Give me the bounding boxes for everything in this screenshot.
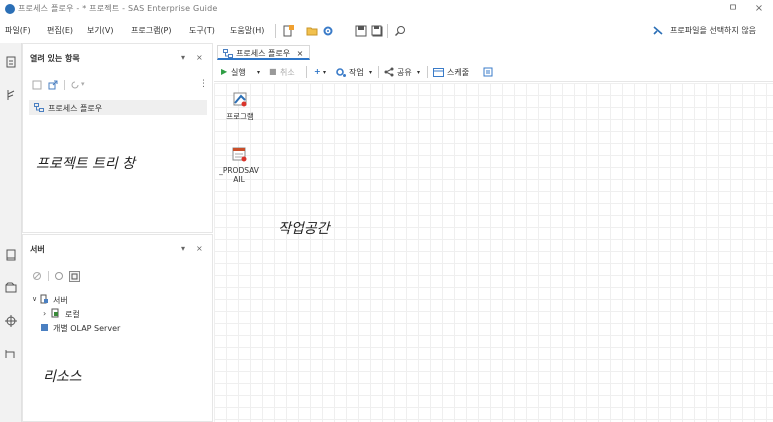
menu-tools[interactable]: 도구(T)	[189, 25, 215, 36]
share-dropdown-icon[interactable]: ▾	[417, 69, 420, 76]
workspace-toolbar: ▶ 실행 ▾ ■ 취소 + ▾ 작업 ▾ 공유 ▾ 스케줄	[214, 62, 773, 82]
schedule-button[interactable]: 스케줄	[447, 67, 469, 78]
tree-item-olap[interactable]: 개별 OLAP Server	[53, 323, 120, 334]
minimize-button[interactable]: ㅁ	[726, 2, 740, 16]
save-all-icon[interactable]	[371, 25, 383, 37]
share-icon	[384, 67, 394, 77]
flow-icon[interactable]	[5, 89, 17, 101]
toolbar-separator	[275, 24, 276, 38]
process-flow-icon	[223, 49, 233, 58]
task-dropdown-icon[interactable]: ▾	[369, 69, 372, 76]
left-rail	[0, 43, 22, 422]
toolbar-separator	[427, 66, 428, 78]
run-button[interactable]: 실행	[231, 67, 246, 78]
disconnect-icon[interactable]	[32, 271, 42, 281]
panel-dropdown-icon[interactable]: ▾	[181, 53, 185, 62]
project-tree-annotation: 프로젝트 트리 창	[36, 156, 136, 172]
stop-button[interactable]: 취소	[280, 67, 295, 78]
workspace-tab-bar: 프로세스 플로우 ×	[214, 43, 773, 60]
project-icon[interactable]	[5, 56, 17, 68]
close-button[interactable]: ×	[752, 2, 766, 16]
tree-item-process-flow[interactable]: 프로세스 플로우	[29, 100, 207, 115]
server-list-icon[interactable]	[5, 249, 17, 261]
panel-close-icon[interactable]: ×	[196, 53, 203, 62]
process-flow-icon	[34, 103, 44, 112]
workspace-annotation: 작업공간	[278, 221, 330, 237]
open-folder-icon[interactable]	[306, 25, 318, 37]
tab-label: 프로세스 플로우	[236, 49, 291, 58]
search-icon[interactable]	[394, 25, 406, 37]
panel-dropdown-icon[interactable]: ▾	[181, 244, 185, 253]
properties-icon[interactable]	[483, 67, 493, 77]
servers-icon	[40, 294, 48, 304]
expand-chevron-icon[interactable]: ›	[43, 309, 46, 318]
tree-item-local[interactable]: 로컬	[65, 309, 80, 320]
project-panel-title: 열려 있는 항목	[30, 54, 80, 63]
window-title: 프로세스 플로우 - * 프로젝트 - SAS Enterprise Guide	[18, 4, 218, 13]
run-dropdown-icon[interactable]: ▾	[257, 69, 260, 76]
list-view-icon[interactable]	[32, 80, 42, 90]
process-flow-canvas[interactable]: 프로그램 _PRODSAV AIL 작업공간	[214, 83, 773, 422]
stop-icon: ■	[269, 67, 277, 76]
task-gear-icon	[336, 68, 346, 77]
menu-file[interactable]: 파일(F)	[5, 25, 31, 36]
menu-view[interactable]: 보기(V)	[87, 25, 113, 36]
more-options-icon[interactable]: ⋮	[199, 79, 208, 89]
save-icon[interactable]	[355, 25, 367, 37]
schedule-icon	[433, 68, 444, 77]
node-prodsavail[interactable]: _PRODSAV AIL	[219, 146, 259, 188]
run-icon: ▶	[221, 67, 228, 76]
title-bar: 프로세스 플로우 - * 프로젝트 - SAS Enterprise Guide…	[0, 0, 773, 19]
workspace: 프로세스 플로우 × ▶ 실행 ▾ ■ 취소 + ▾ 작업 ▾ 공유 ▾ 스케줄…	[214, 43, 773, 422]
toolbar-separator	[378, 66, 379, 78]
gear-icon[interactable]	[322, 25, 334, 37]
refresh-dropdown-icon[interactable]: ▾	[81, 80, 85, 88]
share-button[interactable]: 공유	[397, 67, 412, 78]
expand-chevron-icon[interactable]: ∨	[32, 295, 37, 303]
new-icon[interactable]	[282, 25, 294, 37]
menu-program[interactable]: 프로그램(P)	[131, 25, 172, 36]
tree-item-label: 프로세스 플로우	[48, 104, 103, 113]
task-button[interactable]: 작업	[349, 67, 364, 78]
node-label: 프로그램	[226, 112, 254, 121]
local-server-icon	[51, 308, 59, 318]
tab-close-icon[interactable]: ×	[297, 49, 304, 58]
refresh-icon[interactable]	[70, 80, 80, 90]
tab-process-flow[interactable]: 프로세스 플로우 ×	[217, 45, 311, 60]
data-icon[interactable]	[5, 282, 17, 294]
dataset-icon	[232, 147, 247, 162]
menu-bar: 파일(F) 편집(E) 보기(V) 프로그램(P) 도구(T) 도움말(H) 프…	[0, 20, 773, 42]
profile-icon[interactable]	[653, 26, 663, 35]
export-icon[interactable]	[48, 80, 58, 90]
connector-icon[interactable]	[5, 348, 17, 360]
node-program[interactable]: 프로그램	[221, 91, 259, 123]
connect-icon[interactable]	[54, 271, 64, 281]
menu-help[interactable]: 도움말(H)	[230, 25, 264, 36]
toolbar-separator	[387, 24, 388, 38]
sas-app-icon	[5, 4, 15, 14]
add-dropdown-icon[interactable]: ▾	[323, 69, 326, 76]
menu-edit[interactable]: 편집(E)	[47, 25, 73, 36]
server-panel: 서버 ▾ × ∨ 서버 › 로컬 개별 OLAP Server 리소스	[22, 234, 213, 422]
tree-root-servers[interactable]: 서버	[53, 295, 68, 306]
project-tree-panel: 열려 있는 항목 ▾ × ▾ ⋮ 프로세스 플로우 프로젝트 트리 창	[22, 43, 213, 233]
toolbar-separator	[64, 80, 65, 90]
refresh-server-icon[interactable]	[69, 271, 80, 282]
panel-close-icon[interactable]: ×	[196, 244, 203, 253]
olap-server-icon	[41, 324, 48, 331]
add-icon[interactable]: +	[314, 67, 321, 76]
toolbar-separator	[48, 271, 49, 281]
server-panel-title: 서버	[30, 245, 45, 254]
program-icon	[233, 92, 247, 107]
resources-annotation: 리소스	[43, 369, 82, 385]
network-icon[interactable]	[5, 315, 17, 327]
profile-selector[interactable]: 프로파일을 선택하지 않음	[670, 25, 756, 36]
toolbar-separator	[306, 66, 307, 78]
node-label: _PRODSAV AIL	[219, 166, 259, 184]
